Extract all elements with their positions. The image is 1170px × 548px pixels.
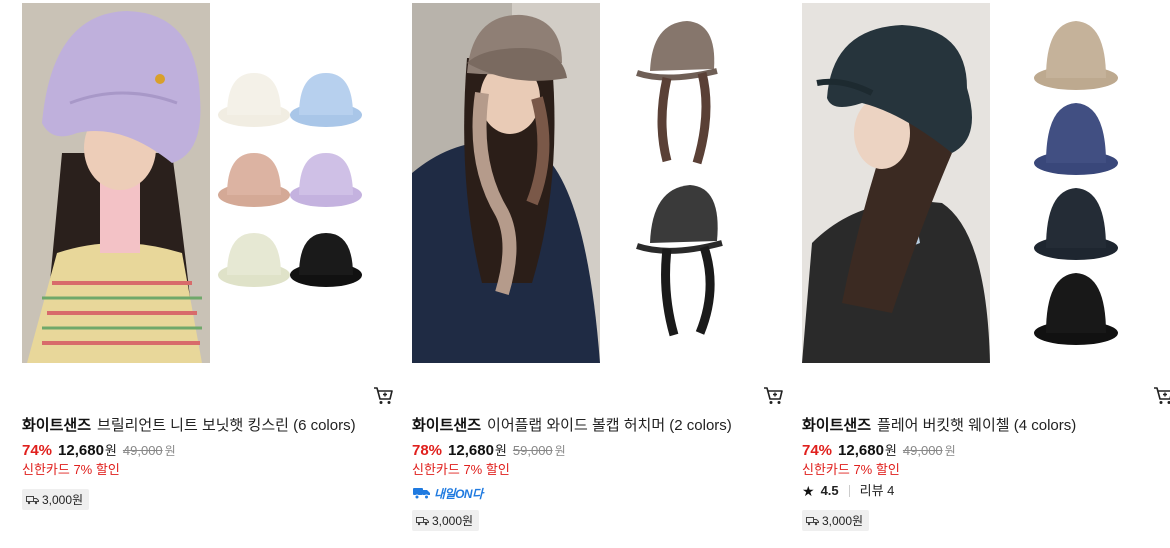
shipping-fee-badge: 3,000원 [22,489,90,510]
add-to-cart-icon[interactable] [762,384,784,406]
tomorrow-delivery-label: 내일ON다 [434,486,483,501]
product-title[interactable]: 화이트샌즈 이어플랩 와이드 볼캡 허치머 (2 colors) [412,416,792,436]
card-discount-promo: 신한카드 7% 할인 [802,462,900,477]
product-name[interactable]: 이어플랩 와이드 볼캡 허치머 (2 colors) [487,417,732,434]
discount-rate: 74% [802,442,833,459]
rating-row[interactable]: ★ 4.5 리뷰 4 [802,482,894,500]
product-name[interactable]: 플레어 버킷햇 웨이첼 (4 colors) [877,417,1076,434]
rating-score: 4.5 [820,483,839,498]
sale-price: 12,680 [838,442,884,459]
currency-unit: 원 [494,443,507,458]
original-currency-unit: 원 [164,444,176,458]
sale-price: 12,680 [58,442,104,459]
price-row: 74% 12,680원 49,000 원 [802,441,956,461]
brand-name[interactable]: 화이트샌즈 [22,417,91,434]
delivery-truck-icon [26,495,39,504]
discount-rate: 74% [22,442,53,459]
shipping-fee-badge: 3,000원 [412,510,480,531]
product-photo-earflap-cap [412,3,772,363]
card-discount-promo: 신한카드 7% 할인 [412,462,510,477]
shipping-fee: 3,000원 [822,514,864,528]
shipping-fee: 3,000원 [42,493,84,507]
delivery-truck-icon [806,516,819,525]
currency-unit: 원 [884,443,897,458]
price-row: 78% 12,680원 59,000 원 [412,441,566,461]
product-image[interactable] [412,3,772,363]
original-price: 59,000 [512,443,553,458]
product-photo-knit-bucket-hat [22,3,382,363]
delivery-truck-icon [416,516,429,525]
shipping-fee: 3,000원 [432,514,474,528]
card-discount-promo: 신한카드 7% 할인 [22,462,120,477]
add-to-cart-icon[interactable] [1152,384,1170,406]
currency-unit: 원 [104,443,117,458]
review-count[interactable]: 리뷰 4 [860,482,895,500]
product-name[interactable]: 브릴리언트 니트 보닛햇 킹스린 (6 colors) [97,417,356,434]
brand-name[interactable]: 화이트샌즈 [802,417,871,434]
product-card[interactable]: 화이트샌즈 이어플랩 와이드 볼캡 허치머 (2 colors) 78% 12,68… [412,3,783,543]
shipping-fee-badge: 3,000원 [802,510,870,531]
product-photo-flare-bucket-hat [802,3,1162,363]
brand-name[interactable]: 화이트샌즈 [412,417,481,434]
product-image[interactable] [22,3,382,363]
product-image[interactable] [802,3,1162,363]
add-to-cart-icon[interactable] [372,384,394,406]
product-title[interactable]: 화이트샌즈 브릴리언트 니트 보닛햇 킹스린 (6 colors) [22,416,402,436]
original-price: 49,000 [122,443,163,458]
delivery-truck-icon [413,488,430,500]
sale-price: 12,680 [448,442,494,459]
tomorrow-delivery-badge: 내일ON다 [412,485,483,501]
original-price: 49,000 [902,443,943,458]
original-currency-unit: 원 [554,444,566,458]
product-title[interactable]: 화이트샌즈 플레어 버킷햇 웨이첼 (4 colors) [802,416,1170,436]
product-card[interactable]: 화이트샌즈 브릴리언트 니트 보닛햇 킹스린 (6 colors) 74% 12,6… [22,3,393,543]
discount-rate: 78% [412,442,443,459]
product-card[interactable]: 화이트샌즈 플레어 버킷햇 웨이첼 (4 colors) 74% 12,680원 49… [802,3,1170,543]
star-icon: ★ [802,483,815,499]
original-currency-unit: 원 [944,444,956,458]
price-row: 74% 12,680원 49,000 원 [22,441,176,461]
divider [848,485,850,497]
